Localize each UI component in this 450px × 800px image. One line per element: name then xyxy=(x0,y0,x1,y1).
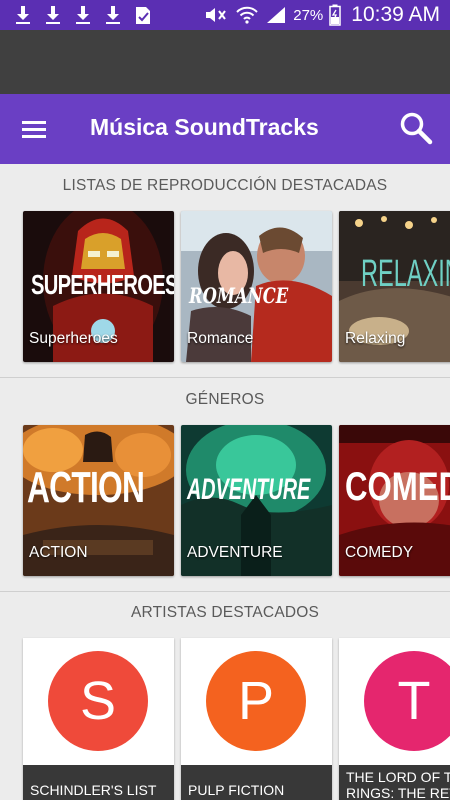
section-divider xyxy=(0,377,450,378)
check-doc-icon xyxy=(136,7,150,24)
artist-avatar: T xyxy=(364,651,450,751)
battery-icon xyxy=(329,4,342,26)
card-label: Relaxing xyxy=(345,330,406,347)
wifi-icon xyxy=(236,6,258,24)
section-title-artists: ARTISTAS DESTACADOS xyxy=(130,604,320,621)
card-art-text: SUPERHEROES xyxy=(31,269,174,300)
card-label: ACTION xyxy=(29,544,88,561)
artist-name: PULP FICTION xyxy=(181,765,332,800)
genre-card-adventure[interactable]: ADVENTURE ADVENTURE xyxy=(181,425,332,576)
playlist-card-relaxing[interactable]: RELAXIN Relaxing xyxy=(339,211,450,362)
artist-card-lord-of-the-rings[interactable]: T THE LORD OF THE RINGS: THE RET xyxy=(339,638,450,800)
artist-card-pulp-fiction[interactable]: P PULP FICTION xyxy=(181,638,332,800)
search-icon[interactable] xyxy=(398,110,434,146)
window-gap xyxy=(0,30,450,94)
card-label: COMEDY xyxy=(345,544,414,561)
clock: 10:39 AM xyxy=(351,3,440,26)
card-art-text: ROMANCE xyxy=(189,283,289,308)
section-title-genres: GÉNEROS xyxy=(185,391,265,408)
section-title-playlists: LISTAS DE REPRODUCCIÓN DESTACADAS xyxy=(62,177,388,194)
download-icon xyxy=(106,6,120,24)
genre-card-comedy[interactable]: COMED COMEDY xyxy=(339,425,450,576)
artist-card-schindlers-list[interactable]: S SCHINDLER'S LIST xyxy=(23,638,174,800)
mute-icon xyxy=(206,8,227,22)
artists-row[interactable]: S SCHINDLER'S LIST P PULP FICTION T THE … xyxy=(0,638,450,800)
card-art-text: COMED xyxy=(345,465,450,509)
download-icon xyxy=(76,6,90,24)
artist-avatar: P xyxy=(206,651,306,751)
battery-percent: 27% xyxy=(293,6,324,24)
playlist-card-romance[interactable]: ROMANCE Romance xyxy=(181,211,332,362)
card-label: ADVENTURE xyxy=(187,544,283,561)
playlists-row[interactable]: SUPERHEROES Superheroes ROMANCE Romance xyxy=(0,211,450,363)
system-status: 27% 10:39 AM xyxy=(203,0,440,30)
section-divider xyxy=(0,591,450,592)
card-art-text: RELAXIN xyxy=(361,253,450,295)
notification-icons xyxy=(14,4,152,26)
download-icon xyxy=(16,6,30,24)
download-icon xyxy=(46,6,60,24)
artist-avatar: S xyxy=(48,651,148,751)
hamburger-menu-icon[interactable] xyxy=(18,114,50,144)
card-label: Superheroes xyxy=(29,330,118,347)
genre-card-action[interactable]: ACTION ACTION xyxy=(23,425,174,576)
status-bar: 27% 10:39 AM xyxy=(0,0,450,30)
main-content[interactable]: LISTAS DE REPRODUCCIÓN DESTACADAS SUPERH… xyxy=(0,164,450,800)
artist-name: SCHINDLER'S LIST xyxy=(23,765,174,800)
card-art-text: ACTION xyxy=(27,463,145,512)
genres-row[interactable]: ACTION ACTION ADVENTURE ADVENTURE COMED … xyxy=(0,425,450,577)
app-bar: Música SoundTracks xyxy=(0,94,450,164)
card-art-text: ADVENTURE xyxy=(187,473,311,506)
app-title: Música SoundTracks xyxy=(90,114,319,140)
signal-icon xyxy=(267,7,286,23)
artist-name: THE LORD OF THE RINGS: THE RET xyxy=(339,765,450,800)
card-label: Romance xyxy=(187,330,254,347)
playlist-card-superheroes[interactable]: SUPERHEROES Superheroes xyxy=(23,211,174,362)
